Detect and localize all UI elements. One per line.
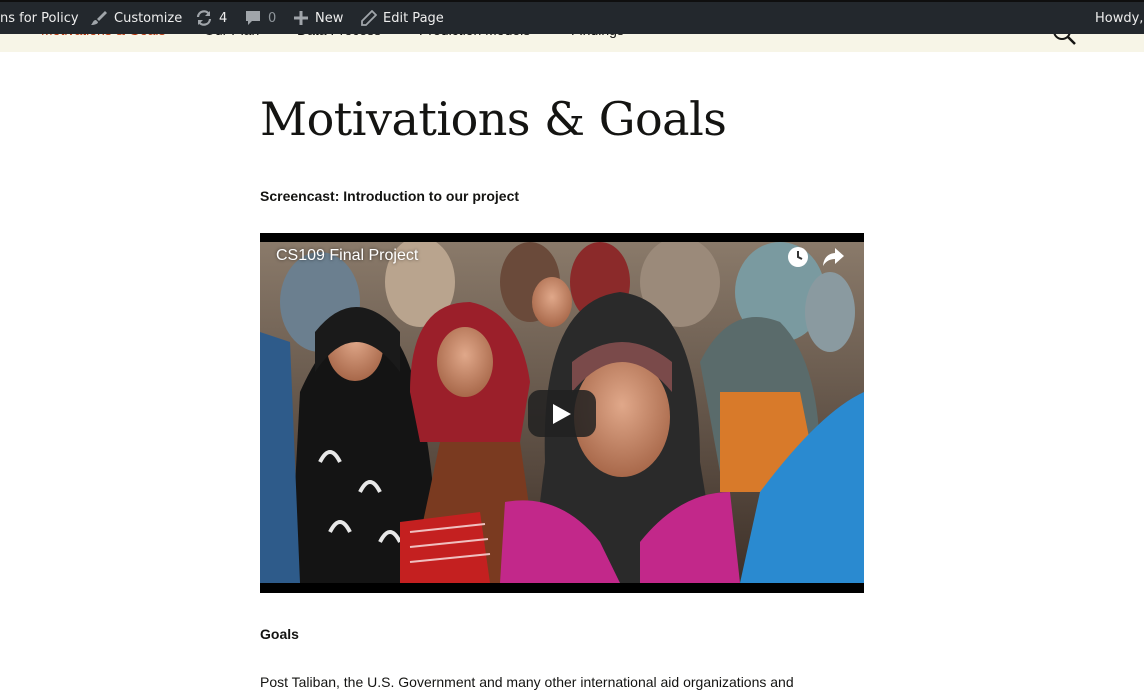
screencast-heading: Screencast: Introduction to our project: [260, 188, 520, 204]
admin-bar: ns for Policy Customize 4 0 New Edit Pag…: [0, 0, 1144, 34]
refresh-icon: [195, 9, 213, 27]
comments-button[interactable]: 0: [244, 2, 276, 34]
page-title: Motivations & Goals: [260, 92, 727, 146]
updates-button[interactable]: 4: [195, 2, 227, 34]
account-menu[interactable]: Howdy,: [1095, 2, 1143, 34]
play-icon: [553, 403, 571, 424]
video-player[interactable]: CS109 Final Project: [260, 233, 864, 593]
watch-later-icon[interactable]: [786, 245, 810, 273]
updates-count: 4: [219, 10, 228, 26]
edit-page-button[interactable]: Edit Page: [361, 2, 444, 34]
edit-page-label: Edit Page: [383, 10, 444, 26]
site-name-link[interactable]: ns for Policy: [0, 2, 79, 34]
pencil-icon: [361, 10, 377, 26]
new-content-button[interactable]: New: [293, 2, 343, 34]
comment-bubble-icon: [244, 9, 262, 27]
new-label: New: [315, 10, 344, 26]
plus-icon: [293, 10, 309, 26]
site-name-label: ns for Policy: [0, 10, 79, 26]
customize-label: Customize: [114, 10, 183, 26]
video-title[interactable]: CS109 Final Project: [276, 247, 418, 265]
customize-button[interactable]: Customize: [90, 2, 182, 34]
play-button[interactable]: [528, 390, 596, 437]
goals-heading: Goals: [260, 626, 299, 642]
brush-icon: [90, 9, 108, 27]
body-paragraph: Post Taliban, the U.S. Government and ma…: [260, 674, 794, 690]
comments-count: 0: [268, 10, 277, 26]
share-icon[interactable]: [821, 246, 845, 272]
howdy-label: Howdy,: [1095, 10, 1144, 26]
